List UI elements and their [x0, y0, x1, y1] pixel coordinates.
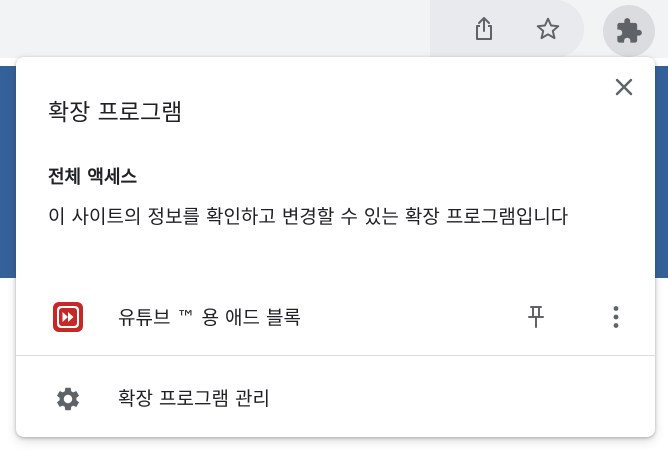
section-description: 이 사이트의 정보를 확인하고 변경할 수 있는 확장 프로그램입니다 [48, 206, 569, 228]
pin-button[interactable] [520, 301, 552, 333]
section-heading: 전체 액세스 [48, 167, 138, 188]
divider [16, 355, 655, 356]
extension-name: 유튜브 ™ 용 애드 블록 [118, 307, 301, 329]
star-icon [536, 17, 560, 40]
extensions-popup: 확장 프로그램 전체 액세스 이 사이트의 정보를 확인하고 변경할 수 있는 … [16, 57, 655, 437]
manage-extensions-label: 확장 프로그램 관리 [118, 388, 270, 410]
popup-title: 확장 프로그램 [48, 100, 183, 126]
close-icon [615, 78, 633, 96]
puzzle-icon [617, 18, 642, 43]
more-options-button[interactable] [600, 301, 632, 333]
more-vert-icon [613, 306, 619, 328]
share-button[interactable] [464, 9, 504, 49]
bookmark-button[interactable] [528, 9, 568, 49]
extension-item[interactable]: 유튜브 ™ 용 애드 블록 [16, 289, 655, 345]
extensions-button[interactable] [603, 5, 655, 57]
browser-toolbar [0, 0, 668, 58]
manage-extensions-button[interactable]: 확장 프로그램 관리 [16, 369, 655, 425]
gear-icon [57, 387, 79, 411]
pin-icon [528, 306, 544, 328]
fast-forward-icon [53, 302, 83, 332]
share-icon [476, 17, 492, 40]
close-button[interactable] [608, 71, 640, 103]
